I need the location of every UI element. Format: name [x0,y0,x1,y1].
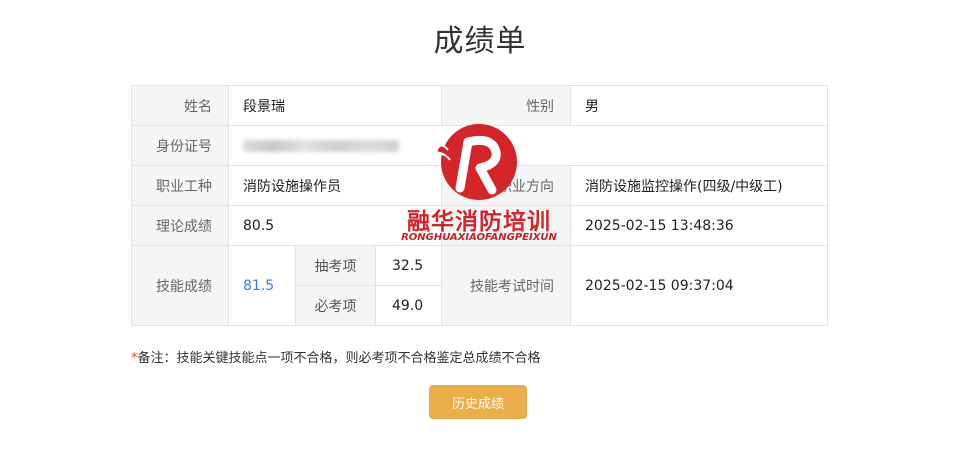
table-row: 身份证号 [131,125,828,166]
job-label: 职业工种 [131,165,229,206]
score-table: 姓名 段景瑞 性别 男 身份证号 职业工种 消防设施操作员 职业方向 消防设施监… [131,85,828,326]
required-value: 49.0 [375,285,442,326]
gender-label: 性别 [441,85,571,126]
table-row: 职业工种 消防设施操作员 职业方向 消防设施监控操作(四级/中级工) [131,165,828,206]
job-value: 消防设施操作员 [228,165,442,206]
gender-value: 男 [570,85,828,126]
theory-time-label [441,205,571,246]
table-row: 技能成绩 81.5 抽考项 32.5 技能考试时间 2025-02-15 09:… [131,245,828,326]
page-title: 成绩单 [433,24,527,59]
name-label: 姓名 [131,85,229,126]
theory-value: 80.5 [228,205,442,246]
theory-time-value: 2025-02-15 13:48:36 [570,205,828,246]
skill-value[interactable]: 81.5 [228,245,296,326]
theory-label: 理论成绩 [131,205,229,246]
table-row: 姓名 段景瑞 性别 男 [131,85,828,126]
name-value: 段景瑞 [228,85,442,126]
skill-time-label: 技能考试时间 [441,245,571,326]
drawn-value: 32.5 [375,245,442,286]
skill-label: 技能成绩 [131,245,229,326]
id-redacted [243,139,399,152]
id-value [228,125,828,166]
remark-note: *备注：技能关键技能点一项不合格，则必考项不合格鉴定总成绩不合格 [131,347,541,366]
history-scores-button[interactable]: 历史成绩 [429,385,527,419]
direction-value: 消防设施监控操作(四级/中级工) [570,165,828,206]
required-label: 必考项 [295,285,376,326]
skill-time-value: 2025-02-15 09:37:04 [570,245,828,326]
drawn-label: 抽考项 [295,245,376,286]
direction-label: 职业方向 [441,165,571,206]
table-row: 理论成绩 80.5 2025-02-15 13:48:36 [131,205,828,246]
id-label: 身份证号 [131,125,229,166]
remark-text: 备注：技能关键技能点一项不合格，则必考项不合格鉴定总成绩不合格 [137,351,541,366]
